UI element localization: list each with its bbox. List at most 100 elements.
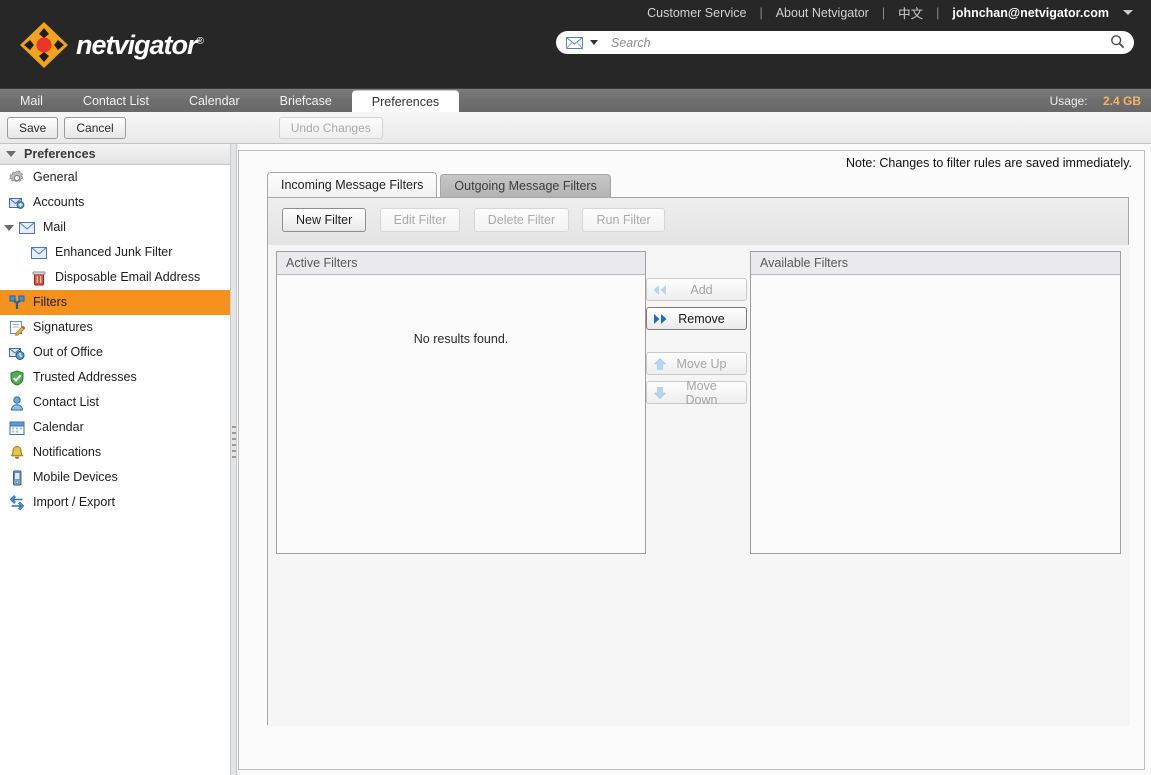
sidebar-item-label: Accounts — [33, 195, 85, 210]
sidebar-item-contact-list[interactable]: Contact List — [0, 390, 230, 415]
splitter-grip-icon[interactable] — [232, 426, 236, 460]
person-icon — [8, 394, 26, 412]
usage-indicator: Usage: 2.4 GB — [1050, 89, 1141, 113]
sidebar-item-accounts[interactable]: Accounts — [0, 190, 230, 215]
link-customer-service[interactable]: Customer Service — [647, 6, 746, 20]
sidebar-item-general[interactable]: General — [0, 165, 230, 190]
clock-icon — [8, 344, 26, 362]
sidebar-item-signatures[interactable]: Signatures — [0, 315, 230, 340]
expand-triangle-icon[interactable] — [4, 224, 14, 231]
tab-briefcase[interactable]: Briefcase — [260, 89, 352, 113]
sidebar-item-import-export[interactable]: Import / Export — [0, 490, 230, 515]
user-email-menu[interactable]: johnchan@netvigator.com — [952, 6, 1109, 20]
available-filters-list[interactable]: Available Filters — [750, 251, 1121, 554]
app-tab-bar: Mail Contact List Calendar Briefcase Pre… — [0, 88, 1151, 113]
sidebar-item-label: Calendar — [33, 420, 84, 435]
cancel-button[interactable]: Cancel — [64, 116, 126, 139]
edit-filter-button: Edit Filter — [379, 208, 461, 232]
main-content: Note: Changes to filter rules are saved … — [238, 150, 1145, 770]
tab-incoming-message-filters[interactable]: Incoming Message Filters — [267, 172, 438, 197]
sidebar-item-calendar[interactable]: Calendar — [0, 415, 230, 440]
sidebar-header-label: Preferences — [24, 147, 96, 161]
search-input[interactable] — [609, 34, 1110, 51]
sidebar-item-mail[interactable]: Mail — [0, 215, 230, 240]
sidebar-item-label: Contact List — [33, 395, 100, 410]
link-chinese-language[interactable]: 中文 — [898, 3, 923, 22]
sidebar-item-label: Signatures — [33, 320, 93, 335]
sidebar-item-filters[interactable]: Filters — [0, 290, 230, 315]
remove-filter-button[interactable]: Remove — [646, 307, 747, 330]
link-about-netvigator[interactable]: About Netvigator — [776, 6, 869, 20]
nav-separator-1: | — [759, 5, 763, 20]
tab-calendar[interactable]: Calendar — [169, 89, 260, 113]
envelope-icon — [18, 219, 36, 237]
top-header: netvigator® Customer Service | About Net… — [0, 0, 1151, 88]
active-filters-body[interactable]: No results found. — [277, 275, 645, 553]
filter-save-note: Note: Changes to filter rules are saved … — [845, 156, 1132, 170]
magnifier-icon[interactable] — [1110, 34, 1128, 52]
envelope-icon[interactable] — [566, 36, 583, 49]
tab-outgoing-message-filters[interactable]: Outgoing Message Filters — [440, 174, 611, 197]
usage-label: Usage: — [1049, 94, 1088, 108]
active-filters-list[interactable]: Active Filters No results found. — [276, 251, 646, 554]
netvigator-diamond-logo-icon — [18, 20, 70, 70]
sidebar-header[interactable]: Preferences — [0, 144, 230, 165]
brand-name: netvigator® — [76, 29, 204, 61]
sidebar-item-out-of-office[interactable]: Out of Office — [0, 340, 230, 365]
available-filters-body[interactable] — [751, 275, 1120, 553]
sidebar: Preferences General Accounts Mail Enhanc… — [0, 144, 231, 775]
filters-panel: New Filter Edit Filter Delete Filter Run… — [267, 197, 1130, 726]
move-down-button: Move Down — [646, 378, 747, 407]
filter-lists-area: Active Filters No results found. Add Rem… — [268, 245, 1130, 726]
new-filter-button[interactable]: New Filter — [282, 208, 367, 232]
move-down-label: Move Down — [685, 378, 718, 407]
sidebar-item-trusted-addresses[interactable]: Trusted Addresses — [0, 365, 230, 390]
search-scope-chevron-down-icon[interactable] — [590, 40, 598, 45]
search-bar[interactable] — [556, 31, 1134, 54]
brand-name-part1: net — [76, 29, 114, 60]
chevron-down-icon[interactable] — [1123, 10, 1133, 15]
sidebar-item-label: Mail — [43, 220, 66, 235]
tab-contact-list[interactable]: Contact List — [63, 89, 169, 113]
move-up-label: Move Up — [676, 356, 727, 371]
top-nav-links: Customer Service | About Netvigator | 中文… — [647, 3, 1133, 22]
filters-icon — [8, 294, 26, 312]
run-filter-button: Run Filter — [582, 208, 665, 232]
active-filters-title: Active Filters — [277, 252, 645, 275]
nav-separator-3: | — [936, 5, 940, 20]
calendar-icon — [8, 419, 26, 437]
gear-icon — [8, 169, 26, 187]
delete-filter-button: Delete Filter — [473, 208, 570, 232]
app-tabs: Mail Contact List Calendar Briefcase Pre… — [0, 89, 460, 113]
sidebar-item-mobile-devices[interactable]: Mobile Devices — [0, 465, 230, 490]
sidebar-item-label: Filters — [33, 295, 68, 310]
sidebar-item-disposable-email-address[interactable]: Disposable Email Address — [0, 265, 230, 290]
nav-separator-2: | — [881, 5, 886, 20]
sidebar-item-enhanced-junk-filter[interactable]: Enhanced Junk Filter — [0, 240, 230, 265]
add-filter-button: Add — [646, 278, 747, 301]
available-filters-title: Available Filters — [751, 252, 1120, 275]
bell-icon — [8, 444, 26, 462]
remove-filter-label: Remove — [678, 311, 725, 326]
signature-icon — [8, 319, 26, 337]
arrow-up-icon — [647, 357, 673, 371]
filter-button-row: New Filter Edit Filter Delete Filter Run… — [268, 198, 1128, 245]
sidebar-splitter[interactable] — [231, 144, 237, 775]
sidebar-item-label: Notifications — [33, 445, 102, 460]
body-container: Preferences General Accounts Mail Enhanc… — [0, 144, 1151, 775]
collapse-triangle-icon[interactable] — [6, 151, 16, 157]
action-toolbar: Save Cancel Undo Changes — [0, 112, 1151, 144]
tab-mail[interactable]: Mail — [0, 89, 63, 113]
sidebar-item-notifications[interactable]: Notifications — [0, 440, 230, 465]
import-export-icon — [8, 494, 26, 512]
mobile-phone-icon — [8, 469, 26, 487]
add-filter-label: Add — [690, 282, 713, 297]
tab-preferences[interactable]: Preferences — [351, 91, 460, 113]
sidebar-item-label: Mobile Devices — [33, 470, 118, 485]
sidebar-item-label: Import / Export — [33, 495, 115, 510]
undo-changes-button: Undo Changes — [278, 116, 383, 139]
sidebar-item-label: Out of Office — [33, 345, 103, 360]
save-button[interactable]: Save — [7, 116, 59, 139]
trash-icon — [30, 269, 48, 287]
brand-logo[interactable]: netvigator® — [18, 20, 204, 70]
